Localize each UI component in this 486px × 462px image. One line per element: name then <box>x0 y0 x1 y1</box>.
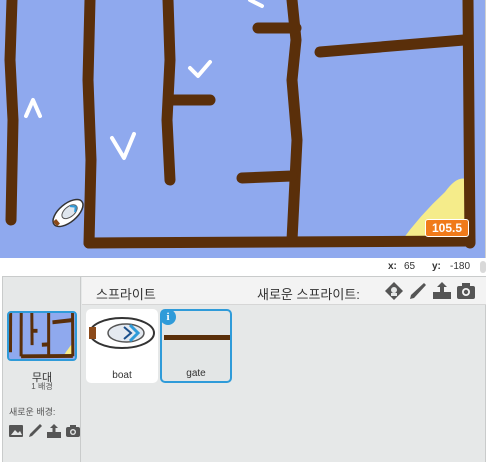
sprite-name: gate <box>186 368 206 379</box>
sprite-name: boat <box>112 370 132 381</box>
new-backdrop-label: 새로운 배경: <box>9 407 56 417</box>
sprite-tile-boat[interactable]: boat <box>86 309 158 383</box>
backdrop-tools <box>8 423 81 439</box>
sprites-title: 스프라이트 <box>96 287 156 302</box>
stage-thumbnail-image <box>9 313 75 359</box>
new-sprite-label: 새로운 스프라이트: <box>257 287 360 302</box>
x-value: 65 <box>404 261 416 272</box>
waves <box>24 0 264 160</box>
upload-icon[interactable] <box>46 423 62 439</box>
stage-thumbnail[interactable] <box>7 311 77 361</box>
new-sprite-tools <box>384 281 476 301</box>
mouse-coordinates: x: 65 y: -180 <box>0 258 486 276</box>
image-library-icon[interactable] <box>8 423 24 439</box>
timer-badge: 105.5 <box>425 219 469 237</box>
x-label: x: <box>388 261 397 272</box>
stage[interactable]: 105.5 <box>0 0 486 258</box>
stage-resize-handle[interactable] <box>480 261 486 273</box>
stage-canvas <box>4 0 476 249</box>
sprite-pane: 무대 1 배경 새로운 배경: 스프라이트 새로운 스프라이트: boat i … <box>2 276 486 462</box>
stage-column: 무대 1 배경 새로운 배경: <box>3 277 81 462</box>
camera-icon[interactable] <box>456 281 476 301</box>
backdrop-count: 1 배경 <box>31 382 53 391</box>
character-library-icon[interactable] <box>384 281 404 301</box>
upload-icon[interactable] <box>432 281 452 301</box>
boat-sprite-thumbnail <box>89 317 155 349</box>
info-icon[interactable]: i <box>160 309 176 325</box>
paint-brush-icon[interactable] <box>408 281 428 301</box>
sprites-header: 스프라이트 새로운 스프라이트: <box>82 277 486 305</box>
paint-brush-icon[interactable] <box>27 423 43 439</box>
y-label: y: <box>432 261 441 272</box>
sprite-tile-gate[interactable]: i gate <box>160 309 232 383</box>
boat-sprite[interactable] <box>48 195 87 232</box>
y-value: -180 <box>450 261 471 272</box>
camera-icon[interactable] <box>65 423 81 439</box>
